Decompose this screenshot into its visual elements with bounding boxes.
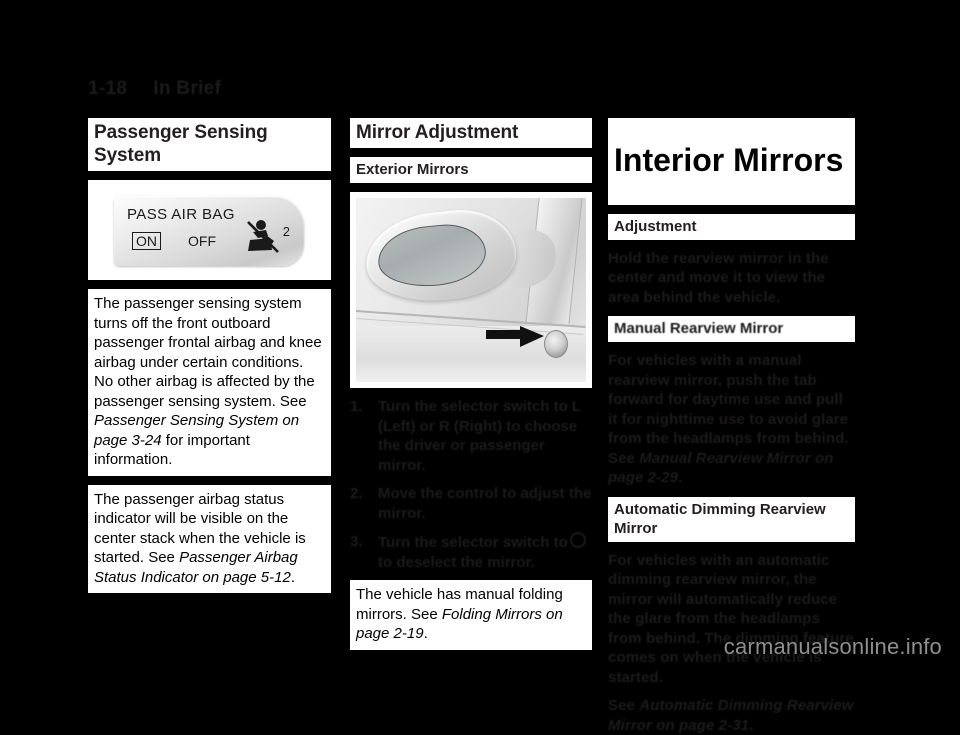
mirror-selector-control-knob — [544, 330, 568, 358]
left-column: Passenger Sensing System PASS AIR BAG ON… — [88, 118, 331, 602]
automatic-dimming-reference-tail: . — [749, 716, 754, 734]
mirror-housing-shape — [361, 204, 521, 308]
step-text-2: Move the control to adjust the mirror. — [378, 485, 592, 522]
step-text-1: Turn the selector switch to L (Left) or … — [378, 398, 581, 474]
circle-icon — [569, 532, 586, 548]
interior-mirrors-title-block: Interior Mirrors — [608, 118, 855, 205]
automatic-dimming-subtitle: Automatic Dimming Rearview Mirror — [614, 500, 826, 537]
automatic-dimming-cross-reference[interactable]: Automatic Dimming Rearview Mirror on pag… — [608, 697, 854, 734]
page-folio: 1-18 — [88, 78, 128, 99]
mirror-glass-shape — [375, 220, 489, 292]
step-item-2: 2. Move the control to adjust the mirror… — [350, 484, 592, 523]
passenger-sensing-paragraph: The passenger sensing system turns off t… — [94, 294, 325, 470]
exterior-mirrors-subtitle-block: Exterior Mirrors — [350, 157, 592, 183]
interior-mirrors-title: Interior Mirrors — [614, 142, 844, 179]
manual-rearview-mirror-subtitle: Manual Rearview Mirror — [614, 320, 784, 338]
manual-rearview-mirror-tail: . — [678, 469, 683, 487]
adjustment-subtitle: Adjustment — [614, 217, 697, 235]
step-item-3: 3. Turn the selector switch to to deselec… — [350, 532, 592, 572]
left-section-title-block: Passenger Sensing System — [88, 118, 331, 171]
automatic-dimming-reference-paragraph: See Automatic Dimming Rearview Mirror on… — [608, 696, 855, 735]
exterior-mirror-scene — [355, 198, 586, 382]
pointer-arrow-icon — [486, 326, 544, 348]
step-item-1: 1. Turn the selector switch to L (Left) … — [350, 397, 592, 475]
left-paragraph-1-block: The passenger sensing system turns off t… — [88, 289, 331, 476]
step-text-3-before: Turn the selector switch to — [378, 534, 568, 551]
exterior-mirrors-subtitle: Exterior Mirrors — [356, 161, 469, 178]
manual-rearview-mirror-subtitle-block: Manual Rearview Mirror — [608, 316, 855, 343]
step-text-3-after: to deselect the mirror. — [378, 553, 535, 571]
site-watermark: carmanualsonline.info — [723, 634, 942, 659]
airbag-badge-number: 2 — [282, 224, 290, 239]
indicator-on-label: ON — [132, 232, 161, 250]
exterior-mirror-photo-figure — [350, 192, 592, 388]
folding-mirrors-block: The vehicle has manual folding mirrors. … — [350, 580, 592, 650]
airbag-indicator-plate: PASS AIR BAG ON OFF 2 — [114, 196, 304, 266]
step-number-2: 2. — [350, 485, 363, 502]
step-number-1: 1. — [350, 398, 363, 415]
folding-mirrors-tail: . — [423, 625, 428, 642]
folding-mirrors-paragraph: The vehicle has manual folding mirrors. … — [356, 585, 586, 644]
page-title: Passenger Sensing System — [94, 122, 268, 166]
indicator-off-label: OFF — [188, 233, 216, 249]
adjustment-subtitle-block: Adjustment — [608, 213, 855, 240]
manual-rearview-mirror-cross-reference-page[interactable]: page 2-29 — [608, 469, 678, 486]
mirror-adjustment-title-block: Mirror Adjustment — [350, 118, 592, 148]
passenger-sensing-paragraph-text: The passenger sensing system turns off t… — [94, 295, 322, 410]
passenger-airbag-status-indicator-figure: PASS AIR BAG ON OFF 2 — [88, 180, 331, 280]
manual-rearview-mirror-paragraph: For vehicles with a manual rearview mirr… — [608, 351, 855, 488]
manual-page: 1-18 In Brief Passenger Sensing System P… — [0, 0, 960, 734]
interior-adjustment-paragraph: Hold the rearview mirror in the center a… — [608, 249, 829, 306]
middle-column: Mirror Adjustment Exterior Mirrors 1. Tu… — [350, 118, 592, 659]
chapter-title: In Brief — [153, 78, 222, 99]
automatic-dimming-reference-lead: See — [608, 697, 640, 715]
left-paragraph-2-block: The passenger airbag status indicator wi… — [88, 484, 331, 593]
automatic-dimming-subtitle-block: Automatic Dimming Rearview Mirror — [608, 496, 855, 542]
airbag-status-paragraph-tail: . — [290, 568, 295, 586]
pass-air-bag-label: PASS AIR BAG — [127, 206, 235, 223]
airbag-status-paragraph: The passenger airbag status indicator wi… — [94, 490, 325, 588]
automatic-dimming-paragraph: For vehicles with an automatic dimming r… — [608, 551, 854, 686]
step-number-3: 3. — [350, 533, 363, 550]
manual-rearview-mirror-cross-reference[interactable]: Manual Rearview Mirror on — [639, 450, 833, 467]
mirror-adjustment-title: Mirror Adjustment — [356, 122, 519, 143]
seated-occupant-airbag-icon: 2 — [244, 218, 290, 258]
mirror-adjustment-steps: 1. Turn the selector switch to L (Left) … — [350, 397, 592, 572]
running-head: 1-18 In Brief — [88, 78, 221, 100]
